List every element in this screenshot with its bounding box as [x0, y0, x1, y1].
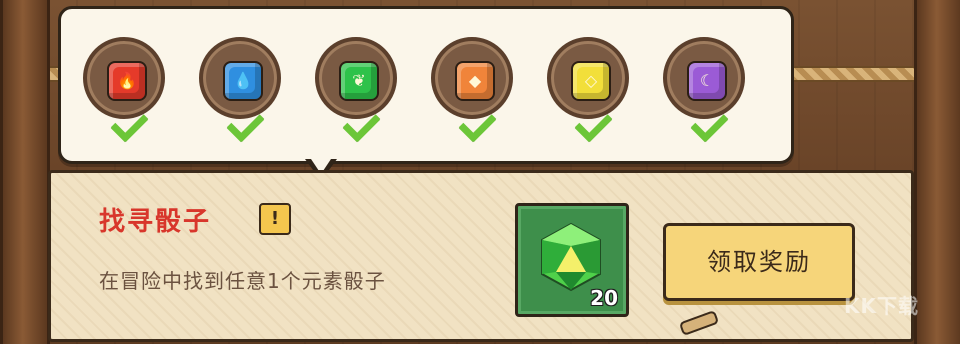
dice-disc: ☾: [663, 37, 745, 119]
earth-symbol-icon: ◆: [468, 71, 482, 90]
thunder-symbol-icon: ◇: [584, 71, 598, 90]
thunder-dice-icon: ◇: [571, 61, 611, 101]
wooden-post-left: [0, 0, 50, 344]
dice-slot-water[interactable]: 💧: [199, 37, 281, 143]
green-gem-icon: [541, 222, 601, 292]
water-dice-icon: 💧: [223, 61, 263, 101]
dice-slot-thunder[interactable]: ◇: [547, 37, 629, 143]
dice-slot-moon[interactable]: ☾: [663, 37, 745, 143]
task-panel: 找寻骰子 ! 在冒险中找到任意1个元素骰子 20 领取奖励: [48, 170, 914, 342]
watermark: KK下载: [844, 294, 919, 318]
fire-dice-icon: 🔥: [107, 61, 147, 101]
wooden-post-right: [914, 0, 960, 344]
dice-slot-fire[interactable]: 🔥: [83, 37, 165, 143]
dice-slot-wind[interactable]: ❦: [315, 37, 397, 143]
moon-symbol-icon: ☾: [699, 71, 715, 90]
wind-dice-icon: ❦: [339, 61, 379, 101]
dice-slot-earth[interactable]: ◆: [431, 37, 513, 143]
dice-row: 🔥 💧 ❦ ◆ ◇ ☾: [83, 37, 745, 143]
wind-symbol-icon: ❦: [352, 71, 366, 90]
dice-disc: ◆: [431, 37, 513, 119]
reward-item-box[interactable]: 20: [515, 203, 629, 317]
dice-disc: ❦: [315, 37, 397, 119]
fire-symbol-icon: 🔥: [117, 71, 137, 90]
task-description: 在冒险中找到任意1个元素骰子: [99, 269, 386, 293]
reward-count: 20: [590, 286, 618, 310]
dice-collection-popup: 🔥 💧 ❦ ◆ ◇ ☾: [58, 6, 794, 181]
dice-disc: 💧: [199, 37, 281, 119]
dice-disc: ◇: [547, 37, 629, 119]
earth-dice-icon: ◆: [455, 61, 495, 101]
water-symbol-icon: 💧: [233, 71, 253, 90]
alert-icon[interactable]: !: [259, 203, 291, 235]
task-title: 找寻骰子: [99, 207, 212, 237]
moon-dice-icon: ☾: [687, 61, 727, 101]
claim-reward-button[interactable]: 领取奖励: [663, 223, 855, 301]
dice-disc: 🔥: [83, 37, 165, 119]
